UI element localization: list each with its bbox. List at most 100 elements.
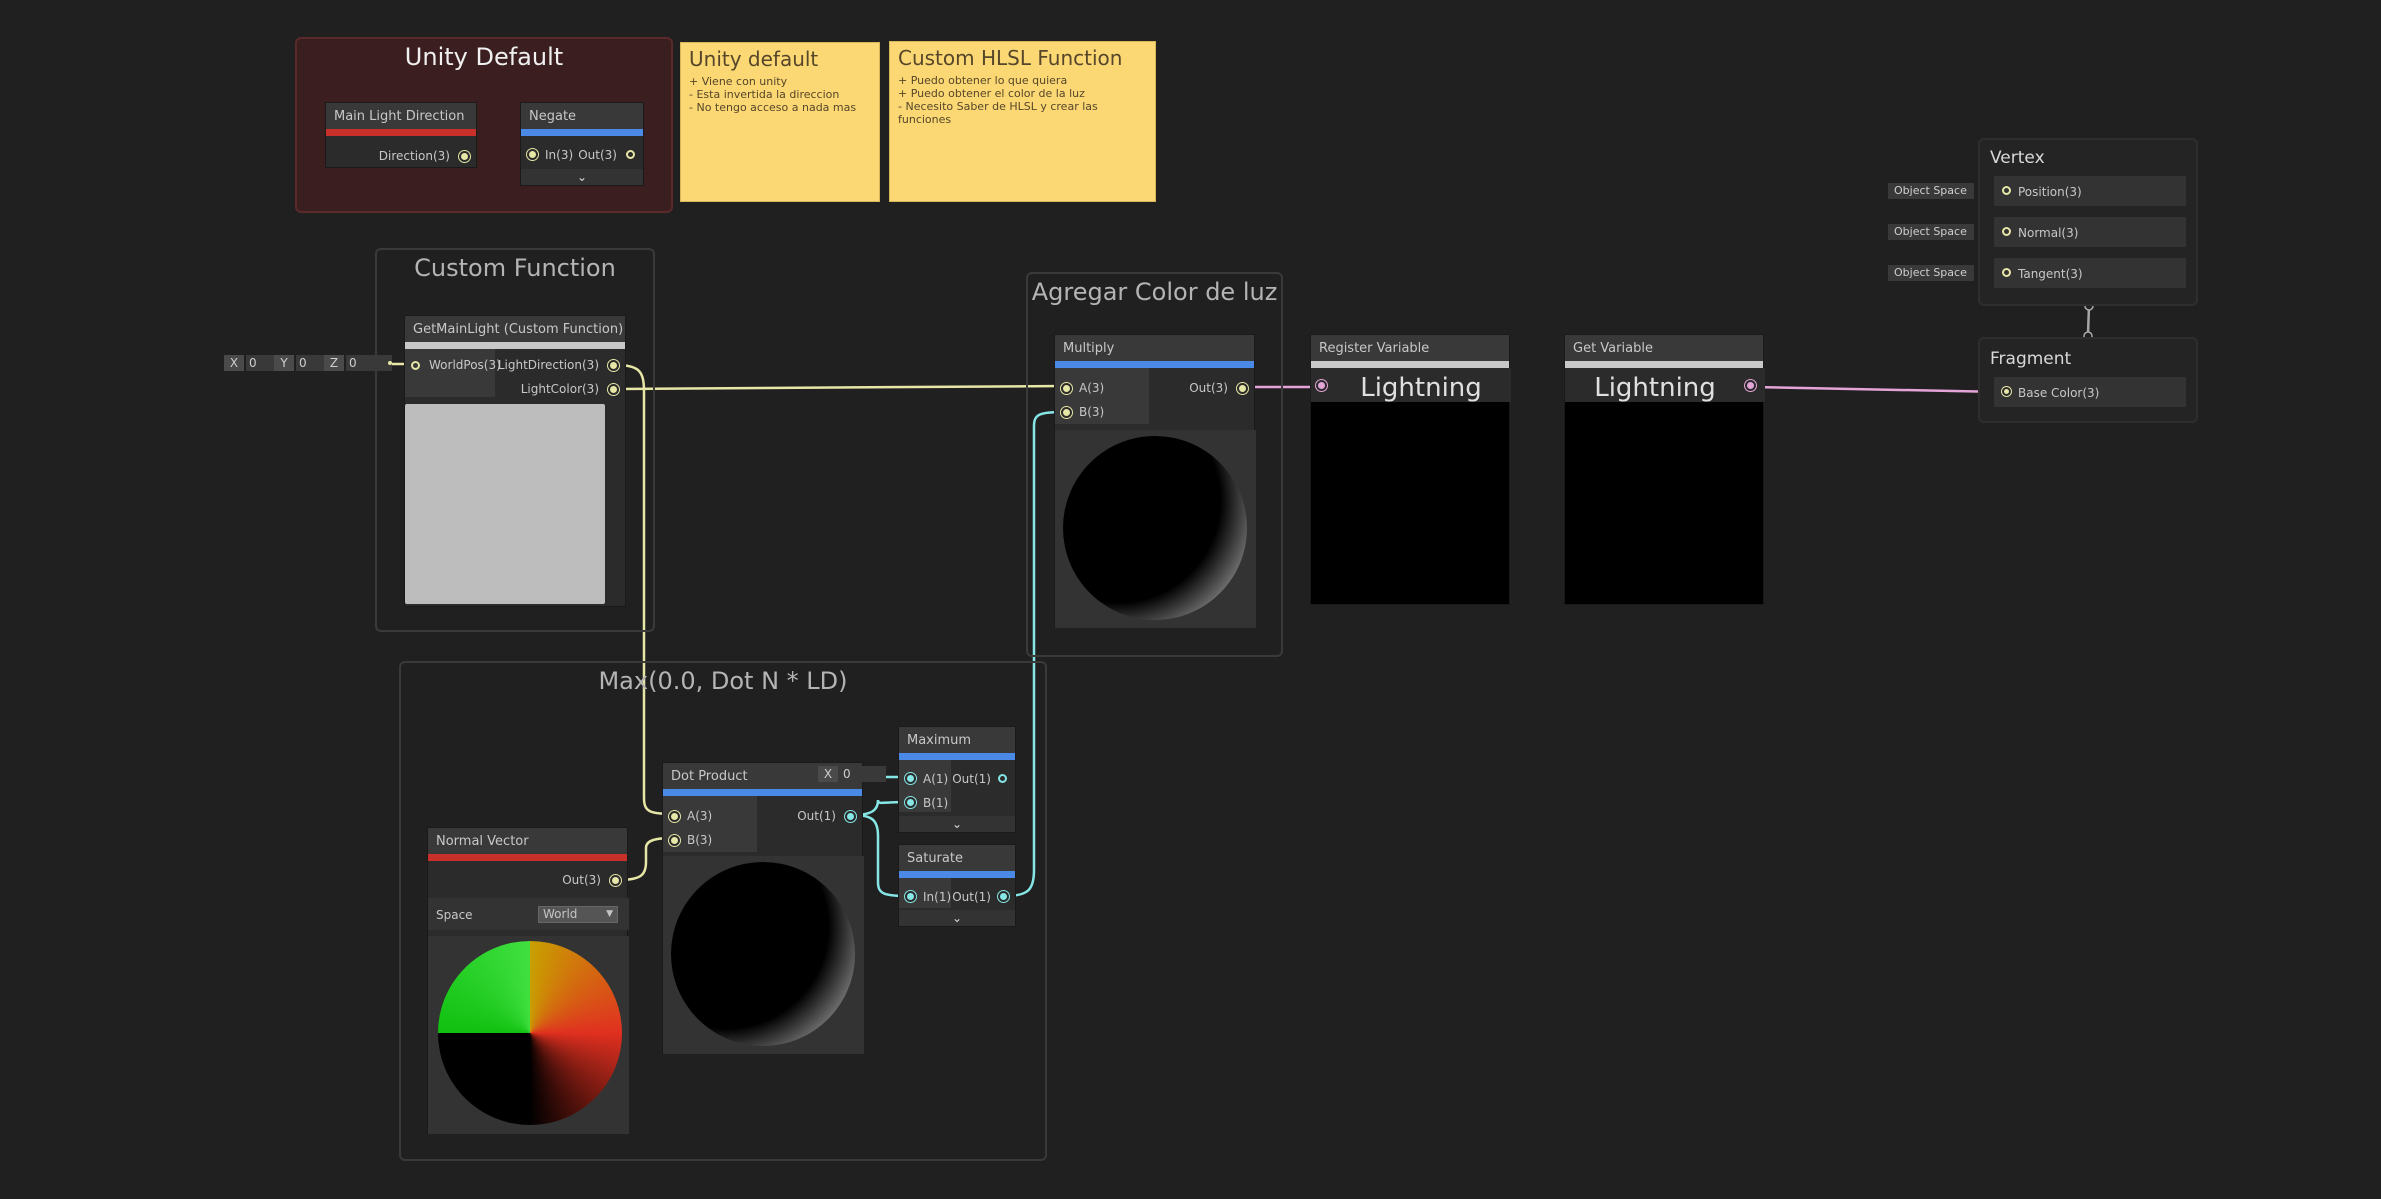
port-b: B(1)	[923, 796, 949, 810]
port-light-direction: LightDirection(3)	[497, 358, 599, 372]
node-dot-product[interactable]: Dot Product A(3) B(3) Out(1)	[662, 762, 864, 1054]
node-title: Maximum	[899, 727, 1015, 753]
port-light-direction-dot[interactable]	[610, 362, 617, 369]
y-value[interactable]: 0	[296, 355, 325, 371]
space-label: Space	[436, 908, 473, 922]
port-in-dot[interactable]	[529, 151, 536, 158]
sticky-note-unity-default[interactable]: Unity default + Viene con unity - Esta i…	[680, 42, 880, 202]
port-a-dot[interactable]	[671, 813, 678, 820]
node-title: Negate	[521, 103, 643, 129]
group-title: Max(0.0, Dot N * LD)	[598, 667, 848, 695]
float-input-x[interactable]: X 0	[818, 766, 888, 784]
port-out-dot[interactable]	[998, 774, 1007, 783]
node-maximum[interactable]: Maximum A(1) B(1) Out(1) ⌄	[898, 726, 1016, 833]
node-title: Get Variable	[1565, 335, 1763, 361]
vector-output-dot[interactable]	[388, 361, 392, 365]
port-out-dot[interactable]	[1000, 893, 1007, 900]
port-b-dot[interactable]	[1063, 409, 1070, 416]
vertex-port-normal[interactable]: Normal(3)	[1994, 217, 2186, 247]
port-worldpos: WorldPos(3)	[429, 358, 501, 372]
group-title: Custom Function	[414, 254, 616, 282]
master-vertex-block[interactable]: Vertex Position(3) Normal(3) Tangent(3)	[1978, 138, 2198, 306]
x-label: X	[224, 355, 244, 371]
expand-chevron-icon[interactable]: ⌄	[899, 816, 1015, 832]
variable-name[interactable]: Lightning	[1565, 373, 1745, 403]
node-preview	[1055, 430, 1256, 628]
object-space-normal[interactable]: Object Space	[1888, 224, 1974, 240]
port-direction-dot[interactable]	[461, 153, 468, 160]
node-color-bar	[1055, 361, 1254, 368]
vertex-port-position[interactable]: Position(3)	[1994, 176, 2186, 206]
master-fragment-block[interactable]: Fragment Base Color(3)	[1978, 337, 2198, 423]
expand-chevron-icon[interactable]: ⌄	[899, 910, 1015, 926]
node-title: Multiply	[1055, 335, 1254, 361]
node-negate[interactable]: Negate In(3) Out(3) ⌄	[520, 102, 644, 186]
port-a-dot[interactable]	[1063, 385, 1070, 392]
sticky-body: + Puedo obtener lo que quiera + Puedo ob…	[898, 74, 1098, 126]
fragment-port-base-color[interactable]: Base Color(3)	[1994, 377, 2186, 407]
node-title: Register Variable	[1311, 335, 1509, 361]
sticky-body: + Viene con unity - Esta invertida la di…	[689, 75, 857, 114]
port-out: Out(1)	[952, 890, 991, 904]
node-main-light-direction[interactable]: Main Light Direction Direction(3)	[325, 102, 477, 168]
node-normal-vector[interactable]: Normal Vector Out(3) Space World ▼	[427, 827, 629, 1134]
object-space-position[interactable]: Object Space	[1888, 183, 1974, 199]
port-b-dot[interactable]	[907, 799, 914, 806]
port-base-color-dot[interactable]	[2004, 389, 2009, 394]
space-dropdown-value: World	[543, 907, 578, 921]
port-out-dot[interactable]	[1239, 385, 1246, 392]
float-output-stub	[868, 766, 886, 782]
input-column	[405, 349, 495, 397]
node-register-variable[interactable]: Register Variable Lightning	[1310, 334, 1511, 605]
port-out-dot[interactable]	[847, 813, 854, 820]
expand-chevron-icon[interactable]: ⌄	[521, 169, 643, 185]
space-dropdown[interactable]: World ▼	[538, 906, 618, 923]
node-title: Saturate	[899, 845, 1015, 871]
node-title: Normal Vector	[428, 828, 627, 854]
port-a: A(3)	[1079, 381, 1105, 395]
port-worldpos-dot[interactable]	[411, 361, 420, 370]
port-light-color-dot[interactable]	[610, 386, 617, 393]
x-value[interactable]: 0	[840, 766, 869, 782]
port-out-dot[interactable]	[612, 877, 619, 884]
node-preview	[663, 856, 864, 1054]
port-out-dot[interactable]	[626, 150, 635, 159]
sticky-note-custom-hlsl[interactable]: Custom HLSL Function + Puedo obtener lo …	[889, 41, 1156, 202]
node-get-variable[interactable]: Get Variable Lightning	[1564, 334, 1765, 605]
normal-sphere-preview	[438, 941, 622, 1125]
port-a: A(1)	[923, 772, 949, 786]
vertex-port-tangent[interactable]: Tangent(3)	[1994, 258, 2186, 288]
node-get-main-light[interactable]: GetMainLight (Custom Function) WorldPos(…	[404, 315, 626, 607]
node-color-bar	[428, 854, 627, 861]
node-color-bar	[899, 753, 1015, 760]
variable-name[interactable]: Lightning	[1331, 373, 1511, 403]
port-normal-dot[interactable]	[2002, 227, 2011, 236]
x-value[interactable]: 0	[246, 355, 275, 371]
port-base-color: Base Color(3)	[2018, 386, 2100, 400]
lit-sphere-preview	[1063, 436, 1247, 620]
port-in-dot[interactable]	[907, 893, 914, 900]
port-in: In(3)	[545, 148, 574, 162]
port-out-dot[interactable]	[1747, 382, 1754, 389]
node-title: Main Light Direction	[326, 103, 476, 129]
port-b-dot[interactable]	[671, 837, 678, 844]
node-color-bar	[899, 871, 1015, 878]
object-space-tangent[interactable]: Object Space	[1888, 265, 1974, 281]
port-tangent-dot[interactable]	[2002, 268, 2011, 277]
port-a-dot[interactable]	[907, 775, 914, 782]
z-value[interactable]: 0	[346, 355, 375, 371]
group-title: Agregar Color de luz	[1031, 278, 1278, 306]
node-multiply[interactable]: Multiply A(3) B(3) Out(3)	[1054, 334, 1256, 628]
port-in: In(1)	[923, 890, 952, 904]
fragment-title: Fragment	[1990, 349, 2072, 369]
port-in-dot[interactable]	[1318, 382, 1325, 389]
node-color-bar	[326, 129, 476, 136]
vector3-input[interactable]: X 0 Y 0 Z 0	[224, 355, 400, 373]
node-saturate[interactable]: Saturate In(1) Out(1) ⌄	[898, 844, 1016, 927]
port-position-dot[interactable]	[2002, 186, 2011, 195]
lit-sphere-preview	[671, 862, 855, 1046]
wire-vertex-fragment	[2086, 305, 2091, 335]
port-a: A(3)	[687, 809, 713, 823]
port-b: B(3)	[687, 833, 713, 847]
node-color-bar	[521, 129, 643, 136]
